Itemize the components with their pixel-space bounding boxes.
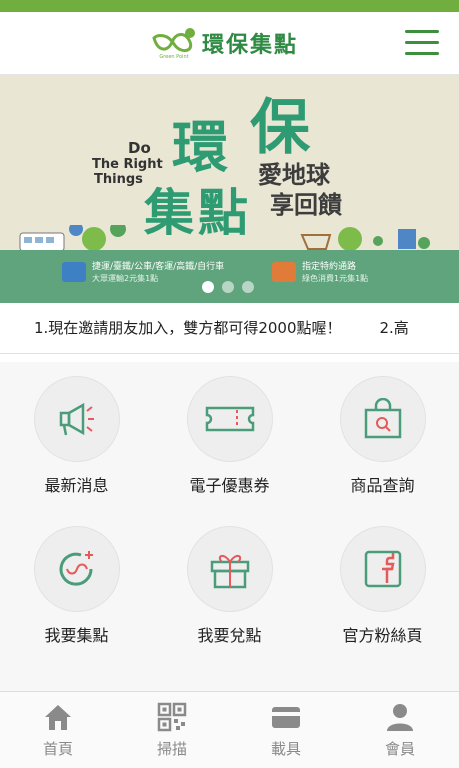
tile-label-fan-page: 官方粉絲頁	[342, 626, 423, 645]
logo-brand-text: Green Point	[159, 54, 188, 60]
gift-icon	[210, 555, 250, 589]
carousel-dots	[202, 281, 254, 293]
tab-carrier[interactable]: 載具	[229, 692, 343, 768]
promo-banner[interactable]: Do The Right Things 環 保 集 點 愛地球 享回饋 捷運/臺…	[0, 75, 459, 303]
strip-right-line1: 指定特約通路	[302, 262, 357, 272]
banner-decor-right-icon	[300, 227, 430, 251]
tile-coupons[interactable]: 電子優惠券	[153, 362, 306, 512]
tile-circle	[187, 376, 273, 462]
shopping-bag-search-icon	[364, 398, 402, 439]
carousel-dot-2[interactable]	[222, 281, 234, 293]
tile-latest-news[interactable]: 最新消息	[0, 362, 153, 512]
bottom-tab-bar: 首頁 掃描 載具 會員	[0, 691, 459, 768]
banner-the-right: The Right	[92, 157, 163, 172]
app-header: Green Point 環保集點	[0, 12, 459, 75]
strip-right-line2: 綠色消費1元集1點	[302, 274, 369, 283]
strip-store: 指定特約通路 綠色消費1元集1點	[272, 262, 368, 284]
tab-home[interactable]: 首頁	[1, 692, 115, 768]
tile-label-collect-points: 我要集點	[44, 626, 109, 645]
facebook-icon	[364, 550, 402, 588]
banner-char-4: 點	[198, 184, 248, 242]
tile-label-latest-news: 最新消息	[44, 476, 109, 495]
tab-label-carrier: 載具	[270, 740, 301, 758]
card-icon	[272, 707, 300, 728]
megaphone-icon	[59, 402, 94, 436]
tab-member[interactable]: 會員	[343, 692, 457, 768]
qr-code-icon	[157, 702, 187, 732]
collect-points-icon	[59, 551, 93, 586]
banner-things: Things	[94, 172, 143, 187]
train-icon	[62, 262, 86, 282]
tile-fan-page[interactable]: 官方粉絲頁	[306, 512, 459, 662]
announcement-marquee[interactable]: 1.現在邀請朋友加入，雙方都可得2000點喔！ 2.高	[0, 303, 459, 354]
banner-do: Do	[128, 139, 151, 157]
tile-label-product-search: 商品查詢	[350, 476, 415, 495]
tab-label-home: 首頁	[42, 740, 73, 758]
marquee-item-2: 2.高	[379, 319, 409, 337]
ticket-icon	[205, 406, 255, 432]
banner-info-strip: 捷運/臺鐵/公車/客運/高鐵/自行車 大眾運輸2元集1點 指定特約通路 綠色消費…	[0, 250, 459, 303]
carousel-dot-3[interactable]	[242, 281, 254, 293]
tile-collect-points[interactable]: 我要集點	[0, 512, 153, 662]
marquee-item-1: 1.現在邀請朋友加入，雙方都可得2000點喔！	[34, 319, 342, 337]
banner-char-3: 集	[144, 184, 194, 242]
feature-grid: 最新消息 電子優惠券 商品查詢 我要集點 我要兌點 官方粉絲頁	[0, 362, 459, 692]
tab-scan[interactable]: 掃描	[115, 692, 229, 768]
tab-label-member: 會員	[384, 740, 415, 758]
brand-logo[interactable]: Green Point 環保集點	[150, 26, 298, 60]
tile-redeem-points[interactable]: 我要兌點	[153, 512, 306, 662]
banner-char-1: 環	[172, 116, 228, 181]
banner-char-2: 保	[250, 93, 310, 163]
tile-label-coupons: 電子優惠券	[189, 476, 270, 495]
tile-circle	[34, 526, 120, 612]
strip-left-line1: 捷運/臺鐵/公車/客運/高鐵/自行車	[92, 262, 225, 272]
hamburger-menu-button[interactable]	[405, 30, 439, 56]
tile-product-search[interactable]: 商品查詢	[306, 362, 459, 512]
strip-transport: 捷運/臺鐵/公車/客運/高鐵/自行車 大眾運輸2元集1點	[62, 262, 224, 284]
tile-circle	[34, 376, 120, 462]
tile-circle	[187, 526, 273, 612]
tile-circle	[340, 376, 426, 462]
app-title: 環保集點	[202, 33, 299, 58]
top-accent-bar	[0, 0, 459, 12]
home-icon	[45, 705, 71, 730]
carousel-dot-1[interactable]	[202, 281, 214, 293]
tile-circle	[340, 526, 426, 612]
user-icon	[387, 704, 413, 731]
logo-icon: Green Point	[152, 28, 195, 60]
tab-label-scan: 掃描	[156, 740, 187, 758]
tile-label-redeem-points: 我要兌點	[197, 626, 262, 645]
store-icon	[272, 262, 296, 282]
